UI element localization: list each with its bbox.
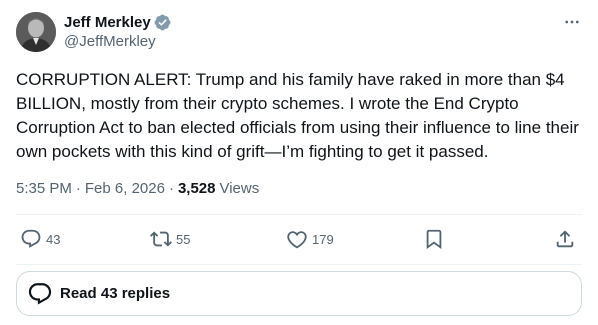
tweet-card: Jeff Merkley @JeffMerkley CORRUPTION ALE…	[0, 0, 598, 325]
repost-icon	[150, 231, 172, 247]
speech-bubble-icon	[27, 281, 53, 307]
meta-separator: ·	[75, 179, 81, 197]
avatar-image	[16, 12, 56, 52]
share-icon	[556, 230, 574, 248]
bookmark-icon	[426, 229, 442, 250]
avatar[interactable]	[16, 12, 56, 52]
author-handle[interactable]: @JeffMerkley	[64, 33, 156, 50]
repost-count: 55	[176, 231, 191, 247]
tweet-date[interactable]: Feb 6, 2026	[85, 180, 165, 197]
more-horizontal-icon[interactable]	[562, 12, 582, 32]
tweet-time[interactable]: 5:35 PM	[16, 180, 72, 197]
author-display-name[interactable]: Jeff Merkley	[64, 14, 151, 31]
meta-separator: ·	[168, 179, 174, 197]
like-count: 179	[312, 231, 334, 247]
views-count: 3,528	[177, 179, 216, 197]
like-button[interactable]: 179	[286, 227, 334, 251]
reply-button[interactable]: 43	[20, 227, 60, 251]
reply-icon	[21, 229, 41, 248]
tweet-meta: 5:35 PM · Feb 6, 2026 · 3,528 Views	[16, 178, 259, 198]
heart-icon	[287, 231, 307, 249]
share-button[interactable]	[554, 227, 576, 251]
reply-count: 43	[46, 231, 61, 247]
views-label: Views	[219, 179, 260, 197]
author-name-row: Jeff Merkley	[64, 12, 171, 32]
read-replies-label: Read 43 replies	[60, 285, 171, 302]
bookmark-button[interactable]	[423, 227, 445, 251]
action-bar: 43 55 179	[16, 215, 582, 263]
repost-button[interactable]: 55	[150, 227, 190, 251]
verified-badge-icon[interactable]	[154, 14, 171, 31]
tweet-text: CORRUPTION ALERT: Trump and his family h…	[16, 70, 579, 161]
read-replies-button[interactable]: Read 43 replies	[16, 271, 582, 316]
divider	[16, 264, 582, 265]
